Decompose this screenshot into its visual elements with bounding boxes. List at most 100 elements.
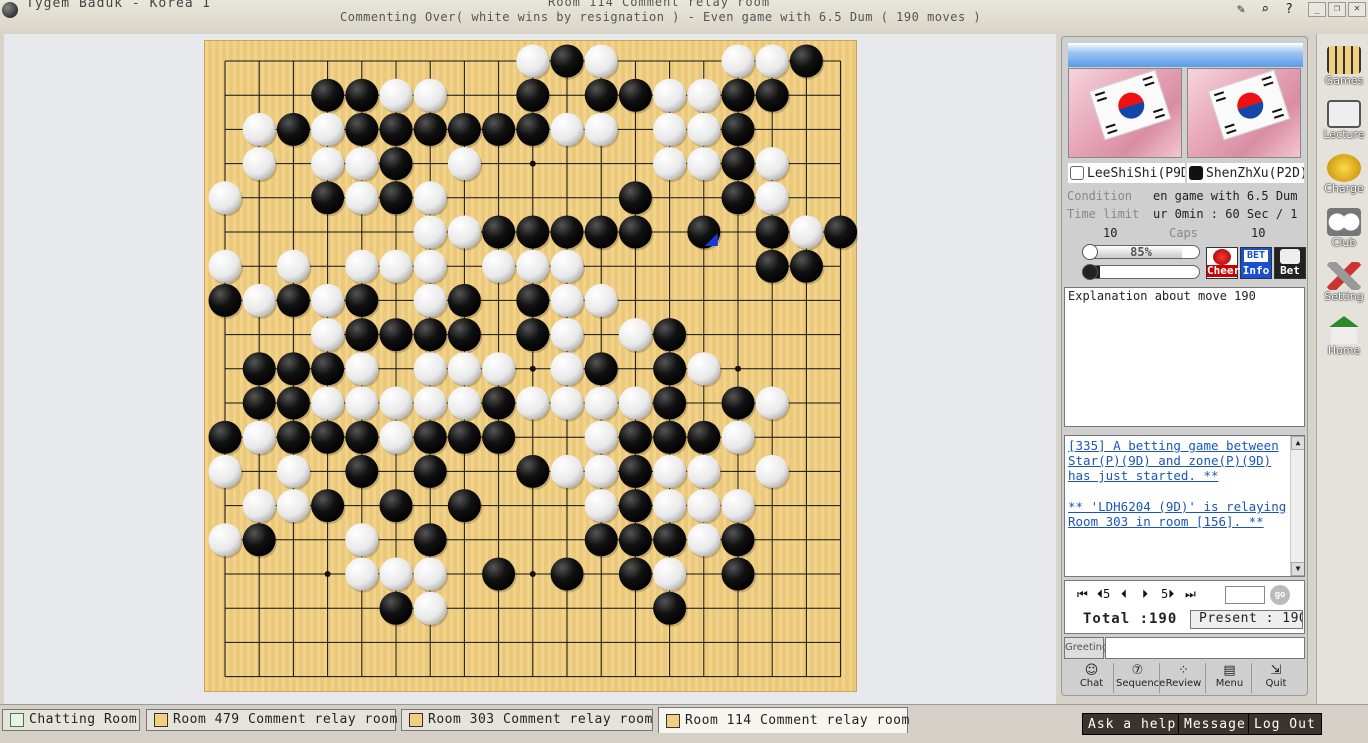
white-stone [311, 147, 345, 181]
black-stone [653, 386, 687, 420]
black-stone-icon [1189, 166, 1203, 180]
black-stone [482, 215, 516, 249]
white-stone [755, 147, 789, 181]
white-stone [550, 386, 584, 420]
help-bulb-icon[interactable]: ? [1280, 2, 1298, 18]
white-captures: 10 [1103, 226, 1118, 240]
ask-help-button[interactable]: Ask a help [1082, 713, 1183, 735]
black-stone [618, 489, 652, 523]
white-stone [447, 215, 481, 249]
black-stone [721, 112, 755, 146]
board-grid[interactable] [205, 41, 858, 693]
move-number-input[interactable] [1225, 586, 1265, 604]
white-stone [550, 352, 584, 386]
sequence-button[interactable]: ⑦ Sequence [1116, 663, 1165, 693]
black-captures: 10 [1251, 226, 1266, 240]
board-icon [409, 713, 423, 727]
tab-room-114[interactable]: Room 114 Comment relay room [658, 707, 909, 733]
black-stone [516, 78, 550, 112]
black-win-knob [1082, 264, 1098, 280]
next-move-button[interactable]: ⏵ [1142, 587, 1148, 602]
white-stone [242, 112, 276, 146]
bet-button[interactable]: Bet [1274, 247, 1306, 279]
white-stone [345, 147, 379, 181]
white-stone [311, 112, 345, 146]
white-stone [447, 352, 481, 386]
game-panel: LeeShiShi(P9D) ShenZhXu(P2D) Condition en… [1061, 36, 1308, 696]
white-player-name[interactable]: LeeShiShi(P9D) [1068, 163, 1185, 183]
white-stone [482, 249, 516, 283]
paint-icon[interactable]: ✎ [1232, 2, 1250, 18]
app-title: Tygem Baduk - Korea I [26, 0, 212, 11]
quit-button[interactable]: ⇲ Quit [1254, 663, 1298, 693]
black-stone [345, 420, 379, 454]
go-button[interactable]: go [1270, 585, 1290, 605]
coins-icon [1327, 154, 1361, 182]
white-stone [379, 249, 413, 283]
close-button[interactable]: ✕ [1348, 2, 1366, 17]
black-stone [345, 318, 379, 352]
chat-button[interactable]: ☺ Chat [1070, 663, 1114, 693]
tab-chatting-room[interactable]: Chatting Room [2, 709, 140, 731]
menu-button[interactable]: ▤ Menu [1208, 663, 1252, 693]
white-stone [618, 318, 652, 352]
charge-button[interactable]: Charge [1321, 152, 1367, 200]
games-button[interactable]: Games [1321, 44, 1367, 92]
back-5-button[interactable]: ⏴5 [1097, 587, 1110, 602]
tab-room-303[interactable]: Room 303 Comment relay room [401, 709, 653, 731]
message-button[interactable]: Message [1178, 713, 1252, 735]
white-stone [447, 147, 481, 181]
white-stone [653, 557, 687, 591]
black-stone [242, 386, 276, 420]
tab-room-479[interactable]: Room 479 Comment relay room [146, 709, 397, 731]
black-stone [721, 78, 755, 112]
scroll-up-icon[interactable]: ▲ [1291, 436, 1304, 450]
black-stone [413, 454, 447, 488]
search-icon[interactable]: ⌕ [1256, 2, 1274, 18]
logout-button[interactable]: Log Out [1248, 713, 1322, 735]
go-board[interactable] [204, 40, 858, 693]
white-stone [789, 215, 823, 249]
restore-button[interactable]: ❐ [1328, 2, 1346, 17]
bet-info-button[interactable]: BET Info [1240, 247, 1272, 279]
last-move-button[interactable]: ⏭ [1185, 587, 1196, 602]
cheer-button[interactable]: Cheer [1206, 247, 1240, 279]
chat-message[interactable]: [335] A betting game between Star(P)(9D)… [1065, 436, 1304, 483]
chat-scrollbar[interactable]: ▲ ▼ [1290, 436, 1304, 576]
white-stone [687, 147, 721, 181]
chat-log[interactable]: [335] A betting game between Star(P)(9D)… [1064, 435, 1305, 577]
greeting-label: Greeting [1064, 637, 1108, 659]
minimize-button[interactable]: _ [1308, 2, 1326, 17]
white-stone [755, 454, 789, 488]
setting-button[interactable]: Setting [1321, 260, 1367, 308]
white-player-avatar[interactable] [1068, 68, 1182, 158]
white-stone [584, 386, 618, 420]
forward-5-button[interactable]: 5⏵ [1161, 587, 1174, 602]
white-stone [687, 454, 721, 488]
scroll-down-icon[interactable]: ▼ [1291, 562, 1304, 576]
greeting-input[interactable] [1105, 637, 1305, 659]
white-stone [584, 420, 618, 454]
black-player-avatar[interactable] [1187, 68, 1301, 158]
first-move-button[interactable]: ⏮ [1077, 587, 1088, 602]
black-stone [653, 523, 687, 557]
prev-move-button[interactable]: ⏴ [1121, 587, 1127, 602]
white-win-knob [1082, 244, 1098, 260]
white-stone [242, 147, 276, 181]
review-button[interactable]: ⁘ Review [1162, 663, 1206, 693]
black-player-name[interactable]: ShenZhXu(P2D) [1187, 163, 1304, 183]
club-button[interactable]: Club [1321, 206, 1367, 254]
main-toolbar: Games Lecture Charge Club Setting Home [1316, 34, 1368, 710]
black-stone [379, 318, 413, 352]
chat-message[interactable]: ** 'LDH6204 (9D)' is relaying Room 303 i… [1065, 497, 1304, 529]
black-stone [311, 489, 345, 523]
home-button[interactable]: Home [1321, 314, 1367, 362]
white-stone [721, 44, 755, 78]
black-stone [447, 283, 481, 317]
lecture-button[interactable]: Lecture [1321, 98, 1367, 146]
review-icon: ⁘ [1178, 663, 1189, 678]
white-stone [413, 283, 447, 317]
black-stone [379, 112, 413, 146]
black-stone [413, 523, 447, 557]
white-stone [550, 318, 584, 352]
